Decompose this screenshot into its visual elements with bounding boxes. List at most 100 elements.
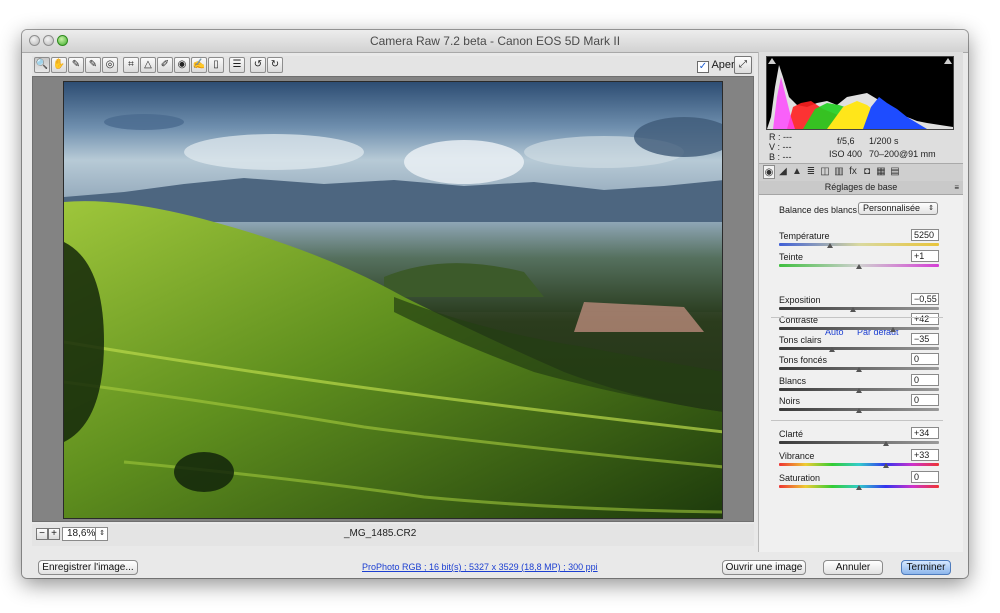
hsl-tab-icon[interactable]: ≣	[805, 165, 817, 179]
slider-label: Tons clairs	[779, 335, 822, 345]
done-button[interactable]: Terminer	[901, 560, 951, 575]
white-balance-label: Balance des blancs :	[779, 205, 863, 215]
slider-track[interactable]	[779, 327, 939, 330]
slider-thumb[interactable]	[889, 327, 896, 332]
targeted-adjustment-icon: ◎	[105, 59, 115, 70]
presets-tab-icon[interactable]: ▦	[875, 165, 887, 179]
slider-thumb[interactable]	[856, 485, 862, 490]
b-readout: B : ---	[769, 152, 792, 162]
slider-value-field[interactable]: −35	[911, 333, 939, 345]
crop-tool[interactable]: ⌗	[123, 57, 139, 73]
histogram-graph	[767, 65, 953, 129]
adjustment-brush-icon: ✍	[192, 59, 206, 70]
zoom-tool[interactable]: 🔍	[34, 57, 50, 73]
zoom-window-button[interactable]	[57, 35, 68, 46]
slider-value-field[interactable]: +42	[911, 313, 939, 325]
rotate-left-icon: ↺	[253, 59, 263, 70]
hand-tool[interactable]: ✋	[51, 57, 67, 73]
slider-value-field[interactable]: +34	[911, 427, 939, 439]
photo-preview	[63, 81, 723, 519]
white-balance-tool[interactable]: ✎	[68, 57, 84, 73]
camera-calibration-tab-icon[interactable]: ◘	[861, 165, 873, 179]
slider-thumb[interactable]	[827, 243, 834, 248]
red-eye-icon: ◉	[177, 59, 187, 70]
slider-value-field[interactable]: 0	[911, 374, 939, 386]
workflow-options-link[interactable]: ProPhoto RGB ; 16 bit(s) ; 5327 x 3529 (…	[362, 562, 598, 572]
straighten-tool[interactable]: △	[140, 57, 156, 73]
slider-thumb[interactable]	[856, 408, 862, 413]
cancel-button[interactable]: Annuler	[823, 560, 883, 575]
save-image-button[interactable]: Enregistrer l'image...	[38, 560, 138, 575]
image-canvas[interactable]	[32, 76, 754, 522]
preferences-tool[interactable]: ☰	[229, 57, 245, 73]
slider-value-field[interactable]: 0	[911, 394, 939, 406]
preferences-icon: ☰	[232, 59, 242, 70]
slider-track[interactable]	[779, 463, 939, 466]
lens-value: 70–200@91 mm	[869, 149, 936, 159]
tone-curve-tab-icon[interactable]: ◢	[777, 165, 789, 179]
slider-thumb[interactable]	[856, 388, 862, 393]
hand-icon: ✋	[52, 59, 66, 70]
slider-value-field[interactable]: 5250	[911, 229, 939, 241]
rotate-right-tool[interactable]: ↻	[267, 57, 283, 73]
open-image-button[interactable]: Ouvrir une image	[722, 560, 806, 575]
targeted-adjustment-tool[interactable]: ◎	[102, 57, 118, 73]
spot-removal-tool[interactable]: ✐	[157, 57, 173, 73]
straighten-icon: △	[144, 59, 152, 70]
zoom-in-button[interactable]: +	[48, 528, 60, 540]
aperture-value: f/5,6	[837, 136, 855, 146]
panel-title: Réglages de base ≡	[759, 181, 963, 195]
close-window-button[interactable]	[29, 35, 40, 46]
slider-track[interactable]	[779, 441, 939, 444]
graduated-filter-tool[interactable]: ▯	[208, 57, 224, 73]
adjustment-brush-tool[interactable]: ✍	[191, 57, 207, 73]
slider-track[interactable]	[779, 243, 939, 246]
preview-area: ✓ Aperçu ⤢ 🔍 ✋ ✎ ✎ ◎ ⌗ △ ✐ ◉ ✍ ▯ ☰ ↺ ↻ −…	[32, 56, 754, 552]
basic-tab-icon[interactable]: ◉	[763, 165, 775, 179]
slider-thumb[interactable]	[856, 367, 862, 372]
white-balance-value: Personnalisée	[863, 203, 921, 213]
slider-value-field[interactable]: 0	[911, 353, 939, 365]
color-sampler-tool[interactable]: ✎	[85, 57, 101, 73]
snapshots-tab-icon[interactable]: ▤	[889, 165, 901, 179]
rotate-right-icon: ↻	[270, 59, 280, 70]
slider-label: Clarté	[779, 429, 804, 439]
slider-thumb[interactable]	[849, 307, 856, 312]
slider-thumb[interactable]	[828, 347, 835, 352]
fullscreen-toggle-button[interactable]: ⤢	[734, 56, 752, 74]
title-bar: Camera Raw 7.2 beta - Canon EOS 5D Mark …	[22, 30, 968, 53]
filename-label: _MG_1485.CR2	[344, 528, 417, 539]
panel-tab-bar: ◉ ◢ ▲ ≣ ◫ ▥ fx ◘ ▦ ▤	[759, 163, 963, 183]
fullscreen-icon: ⤢	[739, 59, 747, 70]
zoom-level-select[interactable]: 18,6% ⇕	[62, 527, 108, 541]
slider-label: Saturation	[779, 473, 821, 483]
slider-thumb[interactable]	[883, 441, 890, 446]
effects-tab-icon[interactable]: fx	[847, 165, 859, 179]
slider-track[interactable]	[779, 307, 939, 310]
slider-thumb[interactable]	[856, 264, 862, 269]
minimize-window-button[interactable]	[43, 35, 54, 46]
landscape-image	[64, 82, 722, 518]
slider-track[interactable]	[779, 347, 939, 350]
slider-value-field[interactable]: −0,55	[911, 293, 939, 305]
zoom-out-button[interactable]: −	[36, 528, 48, 540]
slider-thumb[interactable]	[883, 463, 890, 468]
slider-value-field[interactable]: +33	[911, 449, 939, 461]
slider-value-field[interactable]: 0	[911, 471, 939, 483]
panel-menu-icon[interactable]: ≡	[954, 181, 959, 194]
divider	[771, 317, 943, 318]
white-balance-select[interactable]: Personnalisée ⇕	[858, 202, 938, 215]
shadow-clipping-warning-button[interactable]	[767, 57, 777, 65]
triangle-up-icon	[768, 58, 776, 64]
slider-label: Blancs	[779, 376, 807, 386]
slider-value-field[interactable]: +1	[911, 250, 939, 262]
rotate-left-tool[interactable]: ↺	[250, 57, 266, 73]
lens-corrections-tab-icon[interactable]: ▥	[833, 165, 845, 179]
window-title: Camera Raw 7.2 beta - Canon EOS 5D Mark …	[369, 34, 621, 48]
detail-tab-icon[interactable]: ▲	[791, 165, 803, 179]
chevron-updown-icon: ⇕	[928, 205, 934, 212]
red-eye-tool[interactable]: ◉	[174, 57, 190, 73]
highlight-clipping-warning-button[interactable]	[943, 57, 953, 65]
split-toning-tab-icon[interactable]: ◫	[819, 165, 831, 179]
divider	[771, 420, 943, 421]
